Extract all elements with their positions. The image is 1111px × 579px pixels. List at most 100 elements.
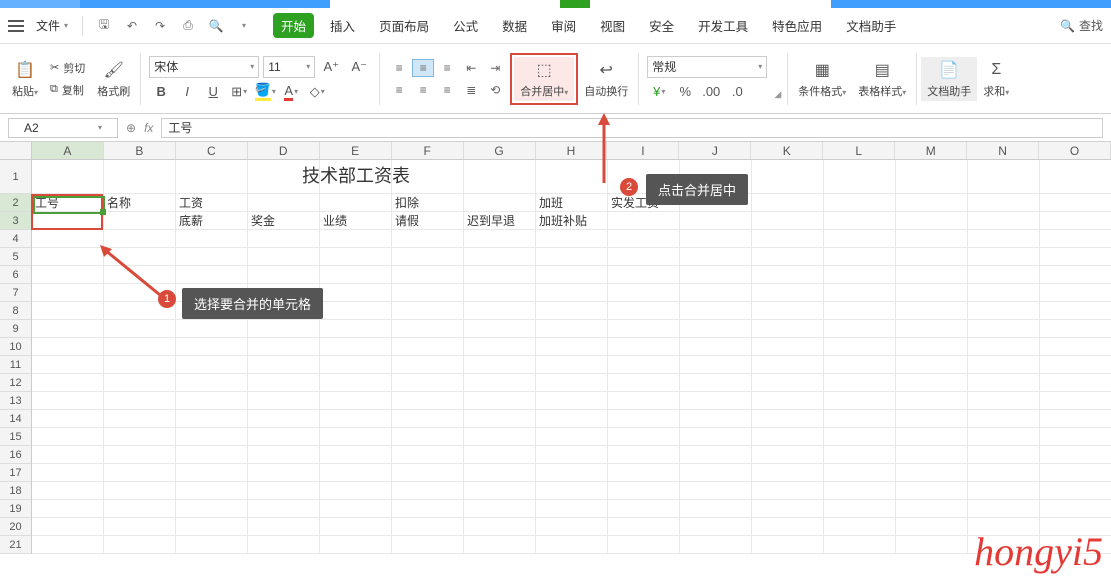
conditional-format-button[interactable]: ▦ 条件格式▾: [792, 57, 852, 101]
cell[interactable]: 名称: [104, 194, 176, 212]
cell[interactable]: [968, 266, 1040, 284]
cell[interactable]: [536, 356, 608, 374]
cell[interactable]: [896, 464, 968, 482]
cell[interactable]: [608, 302, 680, 320]
cell[interactable]: [464, 356, 536, 374]
cell[interactable]: [824, 338, 896, 356]
increase-indent-button[interactable]: ⇥: [484, 59, 506, 77]
cell[interactable]: [896, 356, 968, 374]
cell[interactable]: 加班: [536, 194, 608, 212]
tab-layout[interactable]: 页面布局: [371, 13, 437, 38]
cell[interactable]: [1040, 320, 1111, 338]
cell[interactable]: [176, 320, 248, 338]
cell[interactable]: [968, 212, 1040, 230]
cell[interactable]: 底薪: [176, 212, 248, 230]
increase-font-button[interactable]: A⁺: [319, 57, 343, 77]
row-header[interactable]: 8: [0, 302, 31, 320]
cell[interactable]: [32, 230, 104, 248]
tab-insert[interactable]: 插入: [322, 13, 363, 38]
cell[interactable]: [1040, 482, 1111, 500]
cell[interactable]: [248, 428, 320, 446]
cell[interactable]: [1040, 338, 1111, 356]
cell[interactable]: [896, 536, 968, 554]
cell[interactable]: [32, 446, 104, 464]
search-button[interactable]: 🔍 查找: [1060, 17, 1103, 34]
doc-helper-button[interactable]: 📄 文档助手: [921, 57, 977, 101]
row-header[interactable]: 19: [0, 500, 31, 518]
cell[interactable]: [104, 518, 176, 536]
orientation-button[interactable]: ⟲: [484, 81, 506, 99]
cell[interactable]: [248, 500, 320, 518]
cell[interactable]: [176, 410, 248, 428]
cell[interactable]: [896, 428, 968, 446]
fill-color-button[interactable]: 🪣: [253, 82, 277, 102]
cell[interactable]: [608, 464, 680, 482]
row-header[interactable]: 20: [0, 518, 31, 536]
align-left-button[interactable]: ≡: [388, 81, 410, 99]
font-color-button[interactable]: A: [279, 82, 303, 102]
cell[interactable]: [680, 266, 752, 284]
underline-button[interactable]: U: [201, 82, 225, 102]
paste-button[interactable]: 📋 粘贴▾: [6, 57, 44, 101]
font-size-select[interactable]: 11▾: [263, 56, 315, 78]
cell[interactable]: [824, 320, 896, 338]
col-header[interactable]: B: [104, 142, 176, 159]
cell[interactable]: [968, 160, 1040, 194]
tab-review[interactable]: 审阅: [543, 13, 584, 38]
cell[interactable]: [896, 230, 968, 248]
cell[interactable]: [680, 302, 752, 320]
cell[interactable]: [608, 356, 680, 374]
border-button[interactable]: ⊞: [227, 82, 251, 102]
cell[interactable]: [752, 410, 824, 428]
cell[interactable]: [32, 302, 104, 320]
cell[interactable]: [176, 230, 248, 248]
cell[interactable]: [464, 194, 536, 212]
cell[interactable]: [104, 500, 176, 518]
cell[interactable]: [968, 392, 1040, 410]
cell[interactable]: [32, 248, 104, 266]
cell[interactable]: 工资: [176, 194, 248, 212]
menu-icon[interactable]: [8, 20, 24, 32]
cell[interactable]: [824, 284, 896, 302]
cell[interactable]: [320, 464, 392, 482]
col-header[interactable]: D: [248, 142, 320, 159]
cell[interactable]: [176, 536, 248, 554]
cell[interactable]: [32, 392, 104, 410]
cell[interactable]: [536, 374, 608, 392]
cell[interactable]: [248, 482, 320, 500]
cell[interactable]: [32, 338, 104, 356]
col-header[interactable]: C: [176, 142, 248, 159]
cell[interactable]: [680, 356, 752, 374]
cell[interactable]: [464, 230, 536, 248]
row-header[interactable]: 14: [0, 410, 31, 428]
cell[interactable]: [536, 500, 608, 518]
cell[interactable]: [680, 248, 752, 266]
sheet-title[interactable]: 技术部工资表: [248, 160, 464, 192]
cell[interactable]: [536, 518, 608, 536]
cell[interactable]: [608, 536, 680, 554]
cell[interactable]: [248, 230, 320, 248]
cell[interactable]: [752, 284, 824, 302]
cell[interactable]: [176, 446, 248, 464]
tab-dochelper[interactable]: 文档助手: [838, 13, 904, 38]
cell[interactable]: [176, 482, 248, 500]
tab-formula[interactable]: 公式: [445, 13, 486, 38]
cell[interactable]: [680, 410, 752, 428]
merge-center-button[interactable]: ⬚ 合并居中▾: [514, 57, 574, 101]
cell[interactable]: 迟到早退: [464, 212, 536, 230]
format-painter-button[interactable]: 🖌 格式刷: [91, 57, 136, 101]
cell[interactable]: [824, 464, 896, 482]
cell[interactable]: [464, 248, 536, 266]
cell[interactable]: [536, 392, 608, 410]
cell[interactable]: [752, 230, 824, 248]
tab-data[interactable]: 数据: [494, 13, 535, 38]
cell[interactable]: [968, 248, 1040, 266]
cell[interactable]: [392, 338, 464, 356]
cell[interactable]: [896, 248, 968, 266]
cell[interactable]: [680, 500, 752, 518]
cut-button[interactable]: ✂剪切: [48, 59, 87, 77]
cell[interactable]: [320, 482, 392, 500]
tab-view[interactable]: 视图: [592, 13, 633, 38]
cell[interactable]: [896, 194, 968, 212]
cell[interactable]: [392, 500, 464, 518]
